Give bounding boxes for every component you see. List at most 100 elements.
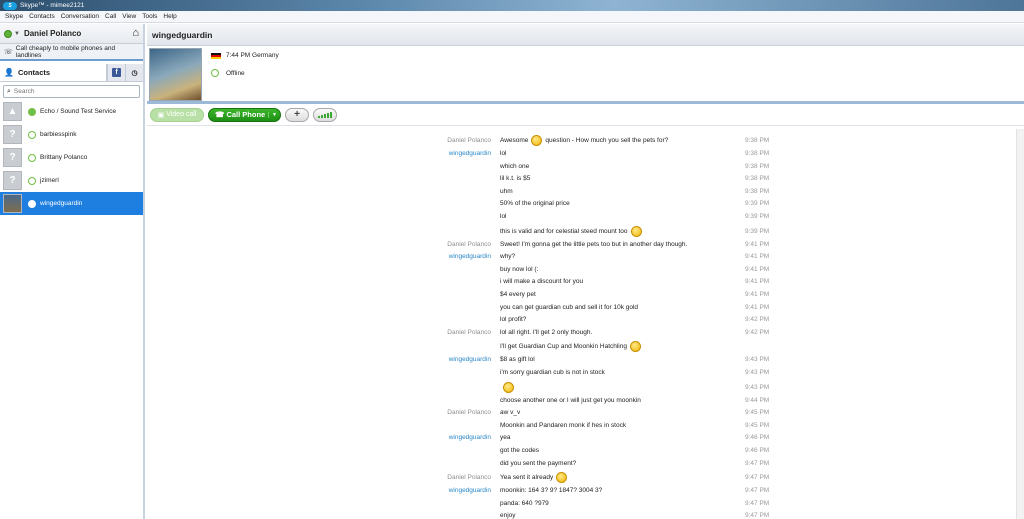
phone-icon: ☏ xyxy=(4,48,13,56)
online-status-icon[interactable] xyxy=(4,29,12,38)
message-text: i'm sorry guardian cub is not in stock xyxy=(500,369,605,376)
chat-message[interactable]: this is valid and for celestial steed mo… xyxy=(147,224,1024,239)
menu-conversation[interactable]: Conversation xyxy=(58,13,102,20)
message-body: panda: 640 ?979 xyxy=(500,499,549,507)
germany-flag-icon xyxy=(211,52,221,59)
chevron-down-icon[interactable]: ▼ xyxy=(14,31,20,37)
message-body: did you sent the payment? xyxy=(500,459,577,467)
chat-message[interactable]: Daniel Polanco Awesome question - How much… xyxy=(147,133,1024,148)
chat-message[interactable]: Daniel Polanco Yea sent it already 9:47 PM xyxy=(147,470,1024,485)
chat-message[interactable]: enjoy 9:47 PM xyxy=(147,510,1024,519)
contact-avatar[interactable] xyxy=(149,48,202,101)
chat-message[interactable]: lol 9:39 PM xyxy=(147,211,1024,223)
contact-name: wingedguardin xyxy=(40,200,83,207)
profile-bar[interactable]: ▼ Daniel Polanco ⌂ xyxy=(0,24,143,44)
message-sender[interactable]: Daniel Polanco xyxy=(447,474,491,481)
chat-message[interactable]: uhm 9:38 PM xyxy=(147,186,1024,198)
call-phone-button[interactable]: ☎ Call Phone ▼ xyxy=(208,107,281,122)
chat-message[interactable]: Moonkin and Pandaren monk if hes in stoc… xyxy=(147,420,1024,432)
chat-message[interactable]: you can get guardian cub and sell it for… xyxy=(147,302,1024,314)
chat-message[interactable]: wingedguardin $8 as gift lol 9:43 PM xyxy=(147,354,1024,366)
chat-message[interactable]: lol profit? 9:42 PM xyxy=(147,314,1024,326)
message-body: i will make a discount for you xyxy=(500,278,584,286)
chat-message[interactable]: $4 every pet 9:41 PM xyxy=(147,289,1024,301)
chat-message[interactable]: wingedguardin yea 9:46 PM xyxy=(147,432,1024,444)
chat-message[interactable]: i will make a discount for you 9:41 PM xyxy=(147,276,1024,288)
message-text: yea xyxy=(500,434,510,441)
message-sender[interactable]: Daniel Polanco xyxy=(447,241,491,248)
chat-scrollbar[interactable] xyxy=(1016,129,1024,519)
chat-message[interactable]: 50% of the original price 9:39 PM xyxy=(147,198,1024,210)
message-sender[interactable]: wingedguardin xyxy=(449,150,491,157)
chat-message[interactable]: I'll get Guardian Cup and Moonkin Hatchl… xyxy=(147,339,1024,354)
menu-view[interactable]: View xyxy=(119,13,139,20)
chat-message[interactable]: did you sent the payment? 9:47 PM xyxy=(147,458,1024,470)
message-text: buy now lol (: xyxy=(500,266,538,273)
message-text: lol xyxy=(500,150,507,157)
message-sender[interactable]: Daniel Polanco xyxy=(447,409,491,416)
message-time: 9:41 PM xyxy=(745,265,770,273)
contact-item[interactable]: ? jzimerl xyxy=(0,169,143,192)
message-sender[interactable]: wingedguardin xyxy=(449,487,491,494)
chat-history[interactable]: Daniel Polanco Awesome question - How much… xyxy=(147,129,1024,519)
message-time: 9:38 PM xyxy=(745,162,770,170)
profile-name[interactable]: Daniel Polanco xyxy=(24,29,81,38)
message-sender[interactable]: wingedguardin xyxy=(449,356,491,363)
chevron-down-icon[interactable]: ▼ xyxy=(268,111,280,118)
search-box[interactable]: ⌕ xyxy=(3,85,140,98)
menu-call[interactable]: Call xyxy=(102,13,119,20)
chat-message[interactable]: Daniel Polanco aw v_v 9:45 PM xyxy=(147,407,1024,419)
call-quality-button[interactable] xyxy=(313,107,337,122)
chat-message[interactable]: panda: 640 ?979 9:47 PM xyxy=(147,498,1024,510)
menu-help[interactable]: Help xyxy=(160,13,179,20)
tab-recent[interactable]: ◷ xyxy=(125,64,143,81)
message-sender[interactable]: wingedguardin xyxy=(449,434,491,441)
message-body: choose another one or I will just get yo… xyxy=(500,396,641,404)
message-body: I'll get Guardian Cup and Moonkin Hatchl… xyxy=(500,343,627,351)
signal-bar xyxy=(330,111,332,118)
message-sender[interactable]: Daniel Polanco xyxy=(447,329,491,336)
add-button[interactable]: + xyxy=(285,107,309,122)
message-text: lil k.t. is $5 xyxy=(500,175,530,182)
message-body: lil k.t. is $5 xyxy=(500,175,531,183)
chat-message[interactable]: Daniel Polanco lol all right. I'll get 2 … xyxy=(147,327,1024,339)
tab-facebook[interactable]: f xyxy=(107,64,125,81)
chat-message[interactable]: lil k.t. is $5 9:38 PM xyxy=(147,173,1024,185)
menu-contacts[interactable]: Contacts xyxy=(26,13,58,20)
contact-item[interactable]: ? barbiesspink xyxy=(0,123,143,146)
message-body: yea xyxy=(500,434,511,442)
chat-message[interactable]: wingedguardin lol 9:38 PM xyxy=(147,148,1024,160)
chat-message[interactable]: Daniel Polanco Sweet! I'm gonna get the l… xyxy=(147,239,1024,251)
message-body: aw v_v xyxy=(500,409,521,417)
message-text: choose another one or I will just get yo… xyxy=(500,397,641,404)
tab-contacts[interactable]: 👤 Contacts xyxy=(0,64,107,81)
contact-item-selected[interactable]: wingedguardin xyxy=(0,192,143,215)
chat-message[interactable]: i'm sorry guardian cub is not in stock 9:… xyxy=(147,367,1024,379)
message-time: 9:41 PM xyxy=(745,291,770,298)
contact-item[interactable]: ? Brittany Polanco xyxy=(0,146,143,169)
call-promo[interactable]: ☏ Call cheaply to mobile phones and land… xyxy=(0,44,143,61)
chat-message[interactable]: got the codes 9:46 PM xyxy=(147,445,1024,457)
menu-tools[interactable]: Tools xyxy=(139,13,160,20)
chat-message[interactable]: 9:43 PM xyxy=(147,380,1024,395)
message-sender[interactable]: Daniel Polanco xyxy=(447,137,491,144)
chat-message[interactable]: choose another one or I will just get yo… xyxy=(147,395,1024,407)
online-status-icon xyxy=(28,107,36,116)
contact-name: barbiesspink xyxy=(40,131,77,138)
contact-item[interactable]: ▲ Echo / Sound Test Service xyxy=(0,100,143,123)
menu-skype[interactable]: Skype xyxy=(2,13,26,20)
video-call-button[interactable]: ▣ Video call xyxy=(150,107,204,122)
search-input[interactable] xyxy=(13,88,134,95)
message-sender[interactable]: wingedguardin xyxy=(449,253,491,260)
message-body: moonkin: 164 3? 9? 1847? 3004 3? xyxy=(500,487,603,495)
chat-message[interactable]: which one 9:38 PM xyxy=(147,161,1024,173)
chat-message[interactable]: wingedguardin moonkin: 164 3? 9? 1847? 30… xyxy=(147,485,1024,497)
message-text: got the codes xyxy=(500,447,539,454)
message-time: 9:43 PM xyxy=(745,369,770,376)
chat-message[interactable]: wingedguardin why? 9:41 PM xyxy=(147,251,1024,263)
message-time: 9:47 PM xyxy=(745,474,770,482)
home-icon[interactable]: ⌂ xyxy=(132,28,139,39)
message-body: which one xyxy=(500,162,530,170)
chat-message[interactable]: buy now lol (: 9:41 PM xyxy=(147,264,1024,276)
message-body: 50% of the original price xyxy=(500,200,570,208)
